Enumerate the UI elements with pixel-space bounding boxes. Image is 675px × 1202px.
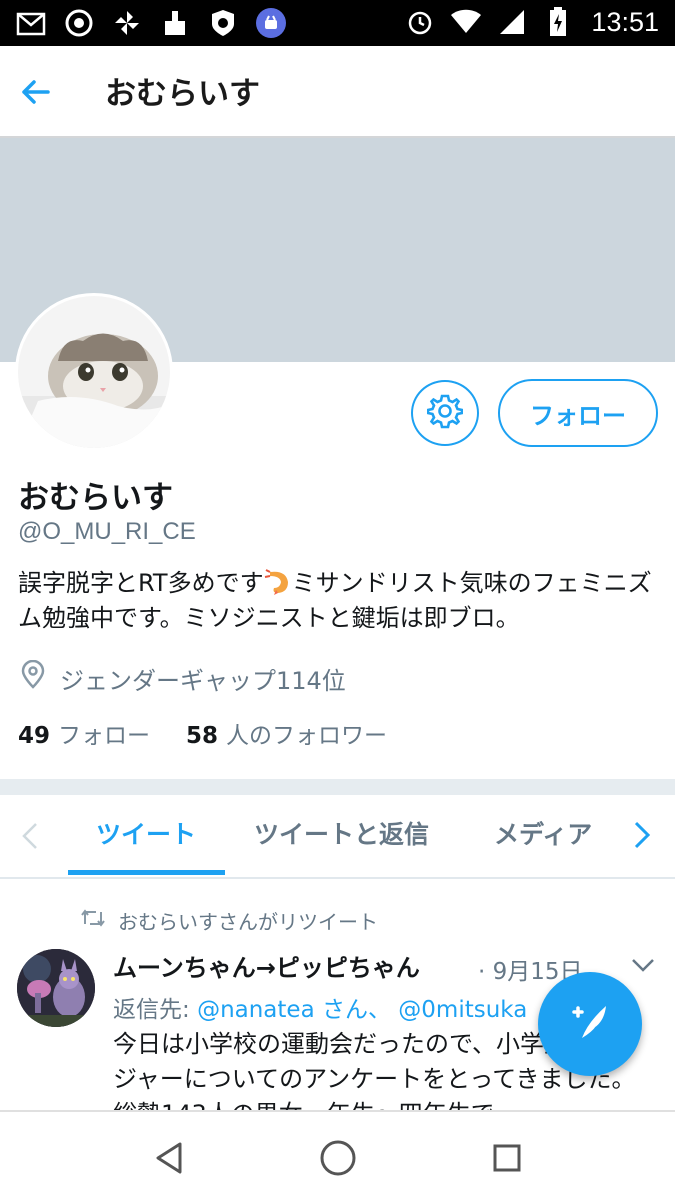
profile-tabs: ツイート ツイートと返信 メディア: [0, 795, 675, 879]
reply-mention-2[interactable]: @0mitsuka: [398, 997, 527, 1023]
location-text: ジェンダーギャップ114位: [60, 666, 346, 695]
wifi-icon: [449, 5, 483, 39]
profile-avatar[interactable]: [15, 293, 173, 451]
back-arrow-icon[interactable]: [18, 74, 54, 110]
compose-tweet-button[interactable]: [538, 972, 642, 1076]
system-nav-bar: [0, 1110, 675, 1202]
shrimp-emoji-icon: [264, 568, 292, 596]
follow-counts: 49 フォロー 58 人のフォロワー: [18, 716, 387, 750]
followers-label: 人のフォロワー: [226, 723, 388, 749]
chevron-down-icon[interactable]: [630, 955, 656, 975]
location-pin-icon: [18, 659, 48, 696]
tab-scroll-left-icon[interactable]: [20, 821, 40, 858]
profile-name: おむらいす: [18, 480, 173, 516]
nav-recents-icon[interactable]: [487, 1138, 527, 1178]
tab-scroll-right-icon[interactable]: [630, 819, 654, 851]
tab-tweets[interactable]: ツイート: [96, 815, 196, 851]
nav-home-icon[interactable]: [318, 1138, 358, 1178]
tab-tweets-and-replies[interactable]: ツイートと返信: [254, 815, 429, 851]
status-time: 13:51: [591, 6, 659, 37]
shield-icon: [206, 6, 240, 40]
settings-button[interactable]: [411, 380, 479, 446]
retweet-notice: おむらいすさんがリツイート: [80, 906, 378, 935]
page-title: おむらいす: [105, 76, 260, 112]
profile-location: ジェンダーギャップ114位: [18, 659, 346, 696]
section-separator: [0, 779, 675, 795]
chrome-icon: [62, 6, 96, 40]
compose-feather-icon: [566, 998, 614, 1050]
cleaner-icon: [158, 6, 192, 40]
reply-prefix: 返信先:: [113, 997, 198, 1023]
follow-button[interactable]: フォロー: [498, 379, 658, 447]
reply-mention-1[interactable]: @nanatea さん、: [197, 997, 391, 1023]
tweet-author-avatar[interactable]: [17, 949, 95, 1027]
app-bar: おむらいす: [0, 46, 675, 138]
pinwheel-icon: [110, 6, 144, 40]
tab-media[interactable]: メディア: [494, 815, 592, 851]
active-tab-indicator: [68, 870, 225, 875]
followers-count: 58: [186, 723, 219, 749]
retweet-icon: [80, 908, 106, 933]
bio-text-1: 誤字脱字とRT多めです: [18, 569, 264, 597]
signal-icon: [495, 5, 529, 39]
tweet-author-name[interactable]: ムーンちゃん→ピッピちゃん: [113, 948, 453, 983]
android-app-icon: [254, 6, 288, 40]
alarm-icon: [403, 5, 437, 39]
battery-charging-icon: [541, 5, 575, 39]
profile-handle: @O_MU_RI_CE: [18, 518, 196, 545]
profile-bio: 誤字脱字とRT多めです ミサンドリスト気味のフェミニズム勉強中です。ミソジニストと…: [18, 566, 658, 636]
retweet-notice-text: おむらいすさんがリツイート: [118, 910, 378, 934]
reply-to-line: 返信先: @nanatea さん、 @0mitsuka: [113, 990, 527, 1024]
gear-icon: [426, 393, 464, 433]
following-count: 49: [18, 723, 51, 749]
followers-link[interactable]: 58 人のフォロワー: [186, 716, 387, 750]
following-link[interactable]: 49 フォロー: [18, 716, 150, 750]
nav-back-icon[interactable]: [150, 1138, 190, 1178]
following-label: フォロー: [58, 723, 151, 749]
status-bar: 13:51: [0, 0, 675, 46]
mail-icon: [14, 6, 48, 40]
